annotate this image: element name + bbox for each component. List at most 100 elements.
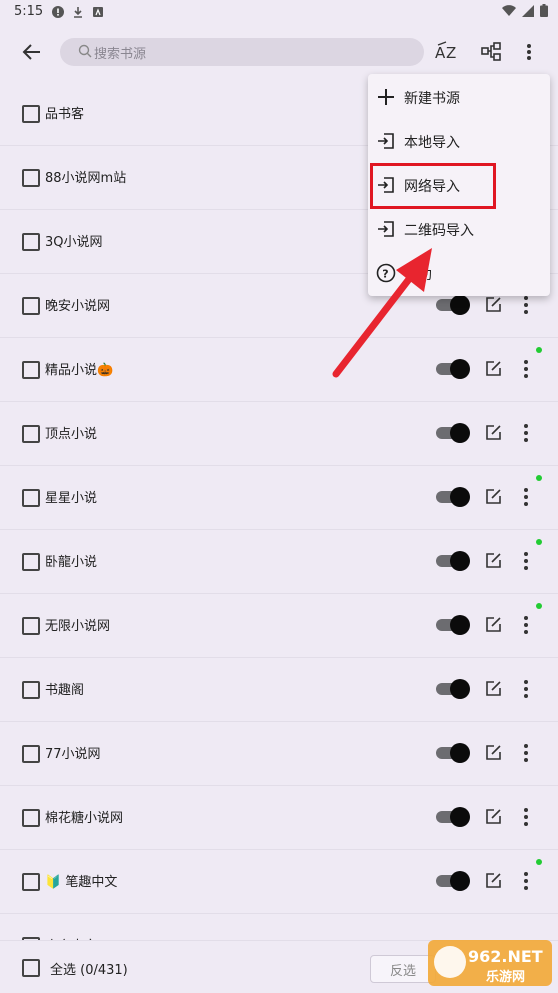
sort-az-icon: A Z (435, 41, 456, 62)
source-name: 🔰 笔趣中文 (45, 875, 118, 890)
enable-toggle[interactable] (436, 871, 470, 891)
edit-icon (486, 489, 501, 504)
source-checkbox[interactable] (22, 425, 40, 443)
row-more-button[interactable] (516, 550, 536, 572)
row-more-button[interactable] (516, 742, 536, 764)
enable-toggle[interactable] (436, 487, 470, 507)
highlight-box (370, 163, 496, 209)
toggle-thumb (450, 743, 470, 763)
system-icons (502, 4, 548, 17)
source-checkbox[interactable] (22, 681, 40, 699)
source-checkbox[interactable] (22, 105, 40, 123)
list-item[interactable]: 顶点小说 (0, 402, 558, 466)
more-vert-icon (524, 808, 528, 826)
list-item[interactable]: 无限小说网 (0, 594, 558, 658)
signal-icon (522, 4, 534, 17)
list-item[interactable]: 精品小说🎃 (0, 338, 558, 402)
edit-icon (486, 553, 501, 568)
row-more-button[interactable] (516, 678, 536, 700)
source-checkbox[interactable] (22, 745, 40, 763)
list-item[interactable]: 卧龍小说 (0, 530, 558, 594)
edit-icon (486, 745, 501, 760)
import-icon (376, 219, 396, 239)
row-more-button[interactable] (516, 870, 536, 892)
row-more-button[interactable] (516, 422, 536, 444)
list-item[interactable]: 书趣阁 (0, 658, 558, 722)
more-vert-icon (524, 616, 528, 634)
app-icon (93, 7, 103, 17)
list-item[interactable]: 77小说网 (0, 722, 558, 786)
select-all-label[interactable]: 全选 (0/431) (50, 959, 128, 978)
sort-button[interactable]: A Z (432, 38, 462, 66)
source-checkbox[interactable] (22, 233, 40, 251)
source-name: 顶点小说 (45, 427, 98, 442)
enable-toggle[interactable] (436, 359, 470, 379)
search-box[interactable] (60, 38, 424, 66)
enable-toggle[interactable] (436, 423, 470, 443)
invert-selection-button[interactable]: 反选 (370, 955, 436, 983)
edit-button[interactable] (484, 360, 502, 378)
invert-selection-label: 反选 (389, 963, 416, 979)
more-vert-icon (524, 552, 528, 570)
menu-item-label: 新建书源 (404, 91, 460, 107)
overflow-menu-button[interactable] (514, 38, 544, 66)
edit-button[interactable] (484, 552, 502, 570)
source-name: 3Q小说网 (45, 235, 103, 250)
back-button[interactable] (18, 38, 46, 66)
row-more-button[interactable] (516, 486, 536, 508)
edit-button[interactable] (484, 680, 502, 698)
edit-button[interactable] (484, 616, 502, 634)
edit-button[interactable] (484, 744, 502, 762)
source-name: 精品小说🎃 (45, 363, 114, 378)
search-input[interactable] (92, 42, 396, 64)
edit-button[interactable] (484, 488, 502, 506)
source-checkbox[interactable] (22, 169, 40, 187)
arrow-left-icon (22, 44, 40, 60)
source-checkbox[interactable] (22, 553, 40, 571)
source-checkbox[interactable] (22, 489, 40, 507)
list-item[interactable]: 棉花糖小说网 (0, 786, 558, 850)
enable-toggle[interactable] (436, 679, 470, 699)
edit-button[interactable] (484, 296, 502, 314)
edit-button[interactable] (484, 424, 502, 442)
source-name: 棉花糖小说网 (45, 811, 124, 826)
edit-button[interactable] (484, 872, 502, 890)
update-indicator-dot (536, 859, 542, 865)
select-all-checkbox[interactable] (22, 959, 40, 977)
menu-item-local-import[interactable]: 本地导入 (368, 119, 550, 163)
source-checkbox[interactable] (22, 809, 40, 827)
watermark-text-bottom: 乐游网 (486, 969, 525, 985)
annotation-arrow (332, 248, 432, 378)
menu-item-new-source[interactable]: 新建书源 (368, 75, 550, 119)
source-checkbox[interactable] (22, 361, 40, 379)
row-more-button[interactable] (516, 358, 536, 380)
source-name: 卧龍小说 (45, 555, 98, 570)
update-indicator-dot (536, 475, 542, 481)
enable-toggle[interactable] (436, 743, 470, 763)
update-indicator-dot (536, 539, 542, 545)
source-checkbox[interactable] (22, 297, 40, 315)
row-more-button[interactable] (516, 806, 536, 828)
enable-toggle[interactable] (436, 807, 470, 827)
download-icon (74, 7, 82, 18)
source-checkbox[interactable] (22, 873, 40, 891)
enable-toggle[interactable] (436, 615, 470, 635)
menu-item-label: 本地导入 (404, 135, 460, 151)
more-vert-icon (524, 680, 528, 698)
row-more-button[interactable] (516, 294, 536, 316)
enable-toggle[interactable] (436, 551, 470, 571)
source-checkbox[interactable] (22, 617, 40, 635)
list-item[interactable]: 星星小说 (0, 466, 558, 530)
source-name: 晚安小说网 (45, 299, 111, 314)
more-vert-icon (524, 360, 528, 378)
toggle-thumb (450, 295, 470, 315)
row-more-button[interactable] (516, 614, 536, 636)
watermark-text-top: 962.NET (468, 947, 543, 966)
group-button[interactable] (476, 38, 506, 66)
list-item[interactable]: 🔰 笔趣中文 (0, 850, 558, 914)
enable-toggle[interactable] (436, 295, 470, 315)
group-icon (481, 42, 501, 61)
update-indicator-dot (536, 603, 542, 609)
edit-button[interactable] (484, 808, 502, 826)
source-name: 星星小说 (45, 491, 98, 506)
